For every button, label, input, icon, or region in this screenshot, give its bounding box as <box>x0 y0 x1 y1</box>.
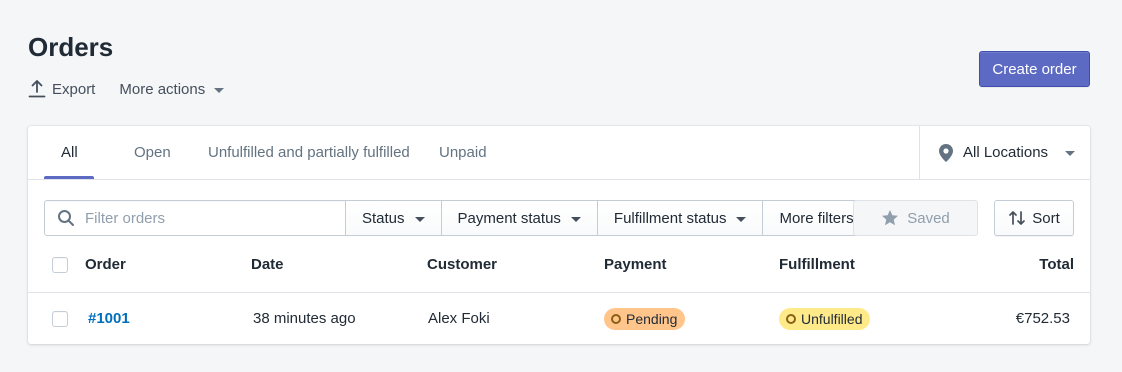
tab-open[interactable]: Open <box>134 126 171 180</box>
location-pin-icon <box>939 143 953 162</box>
location-selector[interactable]: All Locations <box>919 126 1090 179</box>
saved-label: Saved <box>907 209 950 227</box>
payment-status-label: Pending <box>626 311 678 327</box>
page-actions: Export More actions <box>28 78 225 100</box>
column-total: Total <box>1039 256 1074 273</box>
select-all-checkbox[interactable] <box>52 257 68 273</box>
sort-label: Sort <box>1032 209 1060 227</box>
payment-status-filter-button[interactable]: Payment status <box>441 200 598 236</box>
column-order: Order <box>85 256 126 273</box>
pending-status-icon <box>611 314 621 324</box>
caret-down-icon <box>1065 151 1076 156</box>
column-fulfillment: Fulfillment <box>779 256 855 273</box>
order-total: €752.53 <box>1015 310 1070 327</box>
orders-card: All Open Unfulfilled and partially fulfi… <box>28 126 1090 344</box>
tab-all[interactable]: All <box>61 126 78 180</box>
order-number-link[interactable]: #1001 <box>88 294 130 344</box>
fulfillment-status-badge: Unfulfilled <box>779 308 871 330</box>
caret-down-icon <box>214 87 225 93</box>
fulfillment-status-filter-button[interactable]: Fulfillment status <box>597 200 764 236</box>
export-icon <box>28 80 46 98</box>
caret-down-icon <box>414 216 425 222</box>
column-date: Date <box>251 256 284 273</box>
export-label: Export <box>52 80 96 98</box>
row-checkbox[interactable] <box>52 311 68 327</box>
filter-bar: Status Payment status Fulfillment status… <box>44 200 871 236</box>
sort-button[interactable]: Sort <box>994 200 1074 236</box>
create-order-button[interactable]: Create order <box>979 51 1090 87</box>
table-row[interactable]: #1001 38 minutes ago Alex Foki Pending U… <box>28 294 1090 344</box>
table-header: Order Date Customer Payment Fulfillment … <box>28 246 1090 293</box>
caret-down-icon <box>570 216 581 222</box>
page-title: Orders <box>28 32 114 62</box>
status-filter-button[interactable]: Status <box>346 200 442 236</box>
unfulfilled-status-icon <box>786 314 796 324</box>
search-icon <box>58 210 74 226</box>
column-payment: Payment <box>604 256 667 273</box>
fulfillment-status-filter-label: Fulfillment status <box>613 209 727 227</box>
star-icon <box>882 210 899 226</box>
sort-icon <box>1009 211 1026 225</box>
fulfillment-status-label: Unfulfilled <box>801 311 863 327</box>
order-tabs: All Open Unfulfilled and partially fulfi… <box>28 126 1090 180</box>
order-date: 38 minutes ago <box>253 310 356 327</box>
order-customer: Alex Foki <box>428 310 490 327</box>
payment-status-badge: Pending <box>604 308 686 330</box>
active-tab-indicator <box>44 176 94 179</box>
export-button[interactable]: Export <box>28 79 95 99</box>
more-actions-label: More actions <box>119 80 206 98</box>
status-filter-label: Status <box>362 209 405 227</box>
saved-button[interactable]: Saved <box>853 200 978 236</box>
tab-unpaid[interactable]: Unpaid <box>439 126 487 180</box>
search-input[interactable] <box>85 209 325 227</box>
column-customer: Customer <box>427 256 498 273</box>
location-label: All Locations <box>963 144 1049 161</box>
caret-down-icon <box>736 216 747 222</box>
more-actions-button[interactable]: More actions <box>119 80 225 98</box>
search-field[interactable] <box>44 200 346 236</box>
payment-status-filter-label: Payment status <box>457 209 561 227</box>
tab-unfulfilled-partially-fulfilled[interactable]: Unfulfilled and partially fulfilled <box>208 126 410 180</box>
